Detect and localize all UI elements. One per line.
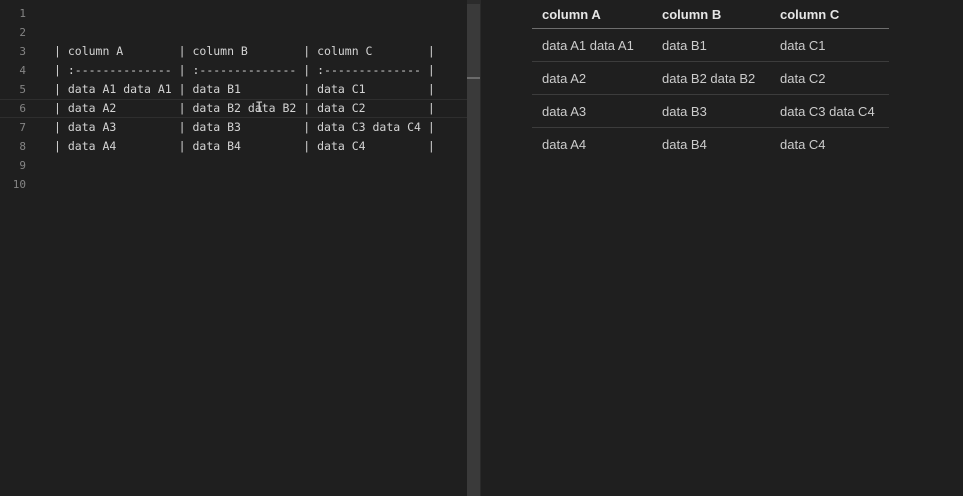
line-text: | data A2 | data B2 data B2 | data C2 |: [54, 101, 435, 115]
markdown-preview: column A column B column C data A1 data …: [481, 0, 963, 496]
text-cursor-icon: I: [255, 100, 264, 116]
table-cell: data C2: [770, 61, 889, 95]
table-row: data A1 data A1 data B1 data C1: [532, 28, 889, 62]
editor-line[interactable]: 3 | column A | column B | column C |: [0, 42, 467, 61]
line-number: 7: [19, 121, 26, 134]
scrollbar-cursor-marker: [467, 77, 481, 79]
table-cell: data C3 data C4: [770, 94, 889, 128]
editor-line[interactable]: 8 | data A4 | data B4 | data C4 |: [0, 137, 467, 156]
table-header-row: column A column B column C: [532, 0, 889, 29]
preview-table: column A column B column C data A1 data …: [532, 0, 889, 160]
table-cell: data B3: [652, 94, 770, 128]
line-text: | data A4 | data B4 | data C4 |: [54, 139, 435, 153]
table-row: data A3 data B3 data C3 data C4: [532, 94, 889, 128]
editor-line[interactable]: 1: [0, 4, 467, 23]
table-cell: data B2 data B2: [652, 61, 770, 95]
table-cell: data A1 data A1: [532, 28, 652, 62]
table-cell: data C1: [770, 28, 889, 62]
markdown-editor[interactable]: ' 1 2 3 | column A | column B | column C…: [0, 0, 467, 496]
table-cell: data C4: [780, 136, 826, 152]
table-header-cell: column B: [652, 0, 770, 29]
editor-line[interactable]: 10: [0, 175, 467, 194]
line-number: 1: [19, 7, 26, 20]
line-number: 5: [19, 83, 26, 96]
line-number: 9: [19, 159, 26, 172]
editor-line[interactable]: 2: [0, 23, 467, 42]
table-row: data A2 data B2 data B2 data C2: [532, 61, 889, 95]
table-cell: data A2: [532, 61, 652, 95]
line-number: 3: [19, 45, 26, 58]
partial-glyph: ': [174, 0, 176, 3]
editor-line[interactable]: 4 | :-------------- | :-------------- | …: [0, 61, 467, 80]
editor-line[interactable]: 9: [0, 156, 467, 175]
line-text: | data A3 | data B3 | data C3 data C4 |: [54, 120, 435, 134]
table-cell: data B1: [652, 28, 770, 62]
table-header-cell: column C: [770, 0, 889, 29]
editor-line[interactable]: 7 | data A3 | data B3 | data C3 data C4 …: [0, 118, 467, 137]
line-text: | data A1 data A1 | data B1 | data C1 |: [54, 82, 435, 96]
line-number: 6: [19, 102, 26, 115]
table-cell: data B4: [662, 136, 707, 152]
table-header-cell: column A: [532, 0, 652, 29]
line-number: 2: [19, 26, 26, 39]
line-number: 4: [19, 64, 26, 77]
line-text: | column A | column B | column C |: [54, 44, 435, 58]
table-row: data A4 data B4 data C4: [532, 128, 889, 161]
table-cell: data A4: [542, 136, 587, 152]
line-number: 10: [12, 178, 26, 191]
line-number: 8: [19, 140, 26, 153]
editor-line[interactable]: 5 | data A1 data A1 | data B1 | data C1 …: [0, 80, 467, 99]
table-cell: data A3: [532, 94, 652, 128]
editor-line-current[interactable]: 6 | data A2 | data B2 data B2 | data C2 …: [0, 99, 467, 118]
line-text: | :-------------- | :-------------- | :-…: [54, 63, 435, 77]
